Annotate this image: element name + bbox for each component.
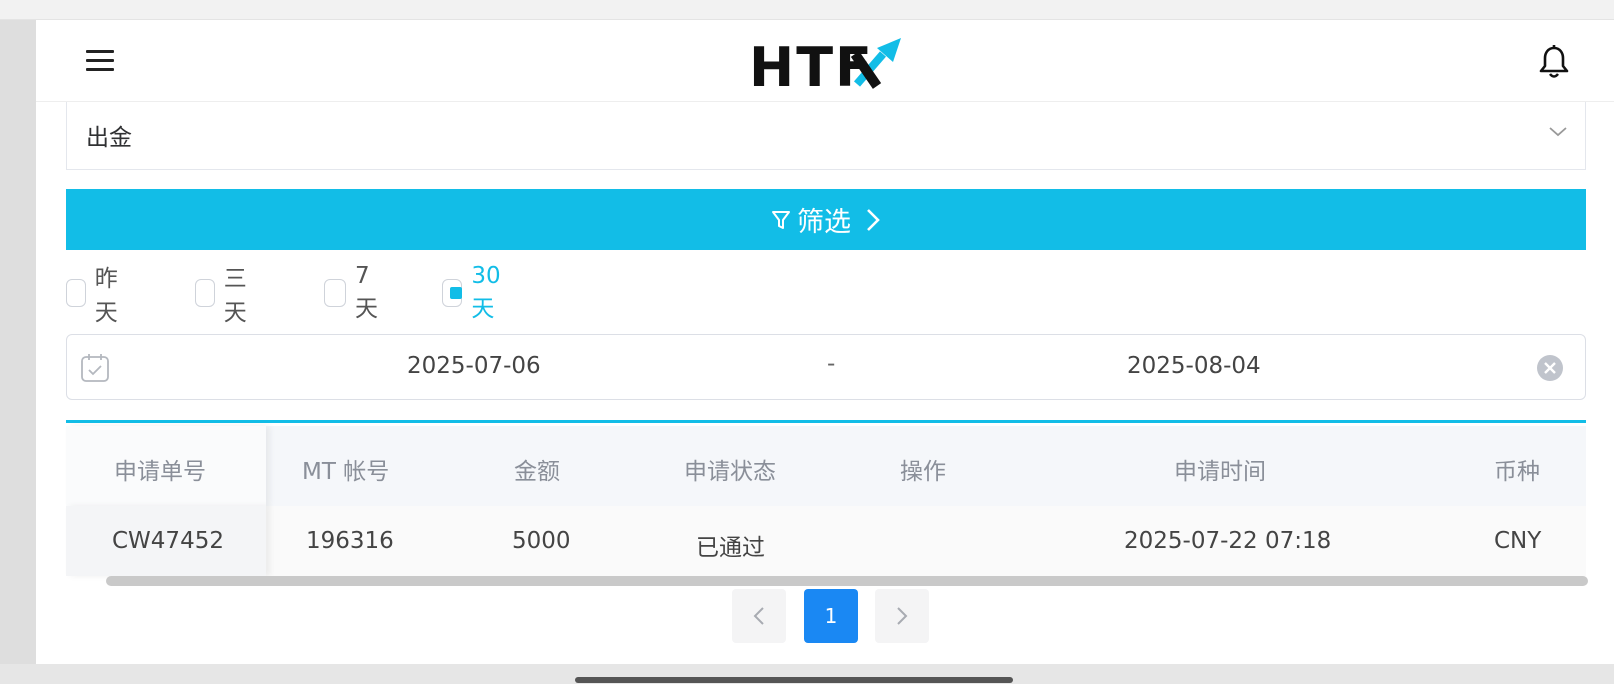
cell-apply-time: 2025-07-22 07:18 [1124,528,1332,554]
column-header: 申请时间 [1174,459,1266,485]
calendar-icon [81,354,109,382]
left-gutter [0,20,36,664]
checkbox[interactable] [195,279,215,307]
horizontal-scrollbar[interactable] [106,576,1588,586]
clear-icon[interactable] [1536,354,1564,382]
column-header: MT 帐号 [302,459,390,485]
cell-mt-account: 196316 [306,528,394,554]
quick-range-thirty-days[interactable]: 30天 [442,263,508,322]
transaction-type-select[interactable]: 出金 [66,102,1586,170]
date-range-picker[interactable]: 2025-07-06 - 2025-08-04 [66,334,1586,400]
hamburger-icon[interactable] [86,50,114,72]
chevron-down-icon [1549,127,1567,137]
cell-amount: 5000 [512,528,571,554]
transaction-type-value: 出金 [86,125,132,151]
prev-page-button[interactable] [732,589,786,643]
page: HTF 出金 筛选 昨天 三天 7天 30天 2025-07-06 - 2025… [36,20,1614,664]
column-header: 币种 [1494,459,1540,485]
app-header: HTF [36,20,1614,102]
fixed-column-header: 申请单号 [66,426,266,506]
cell-status: 已通过 [696,535,765,561]
table-row[interactable]: 196316 5000 已通过 2025-07-22 07:18 CNY [66,506,1586,576]
table-header: MT 帐号 金额 申请状态 操作 申请时间 币种 [66,426,1586,506]
date-separator: - [827,351,836,377]
filter-button[interactable]: 筛选 [66,189,1586,250]
quick-range-label: 昨天 [94,266,118,326]
column-header: 金额 [514,459,560,485]
next-page-button[interactable] [875,589,929,643]
home-indicator[interactable] [575,677,1013,683]
quick-range-seven-days[interactable]: 7天 [324,263,384,322]
quick-range-yesterday[interactable]: 昨天 [66,266,126,326]
column-header: 申请状态 [684,459,776,485]
page-button-current[interactable]: 1 [804,589,858,643]
checkbox[interactable] [66,279,86,307]
date-end-input[interactable]: 2025-08-04 [1127,353,1261,379]
chevron-right-icon [897,607,908,625]
quick-range-three-days[interactable]: 三天 [195,266,255,326]
cell-order-no: CW47452 [112,528,224,554]
bell-icon[interactable] [1538,44,1570,80]
top-strip [0,0,1614,20]
checkbox[interactable] [324,279,347,307]
quick-range-label: 三天 [223,266,247,326]
filter-button-label: 筛选 [797,207,851,238]
column-header: 申请单号 [114,459,206,485]
date-start-input[interactable]: 2025-07-06 [407,353,541,379]
chevron-right-icon [867,208,880,231]
funnel-icon [772,210,790,229]
quick-range-label: 30天 [471,263,501,322]
htfx-logo[interactable]: HTF [749,36,919,98]
checkbox-checked[interactable] [442,279,463,307]
chevron-left-icon [753,607,764,625]
logo-x-arrow-icon [850,38,901,89]
column-header: 操作 [900,459,946,485]
cell-currency: CNY [1494,528,1542,554]
quick-range-label: 7天 [355,263,379,322]
fixed-column-cell: CW47452 [66,506,266,576]
withdrawal-table: MT 帐号 金额 申请状态 操作 申请时间 币种 申请单号 196316 500… [66,420,1586,580]
